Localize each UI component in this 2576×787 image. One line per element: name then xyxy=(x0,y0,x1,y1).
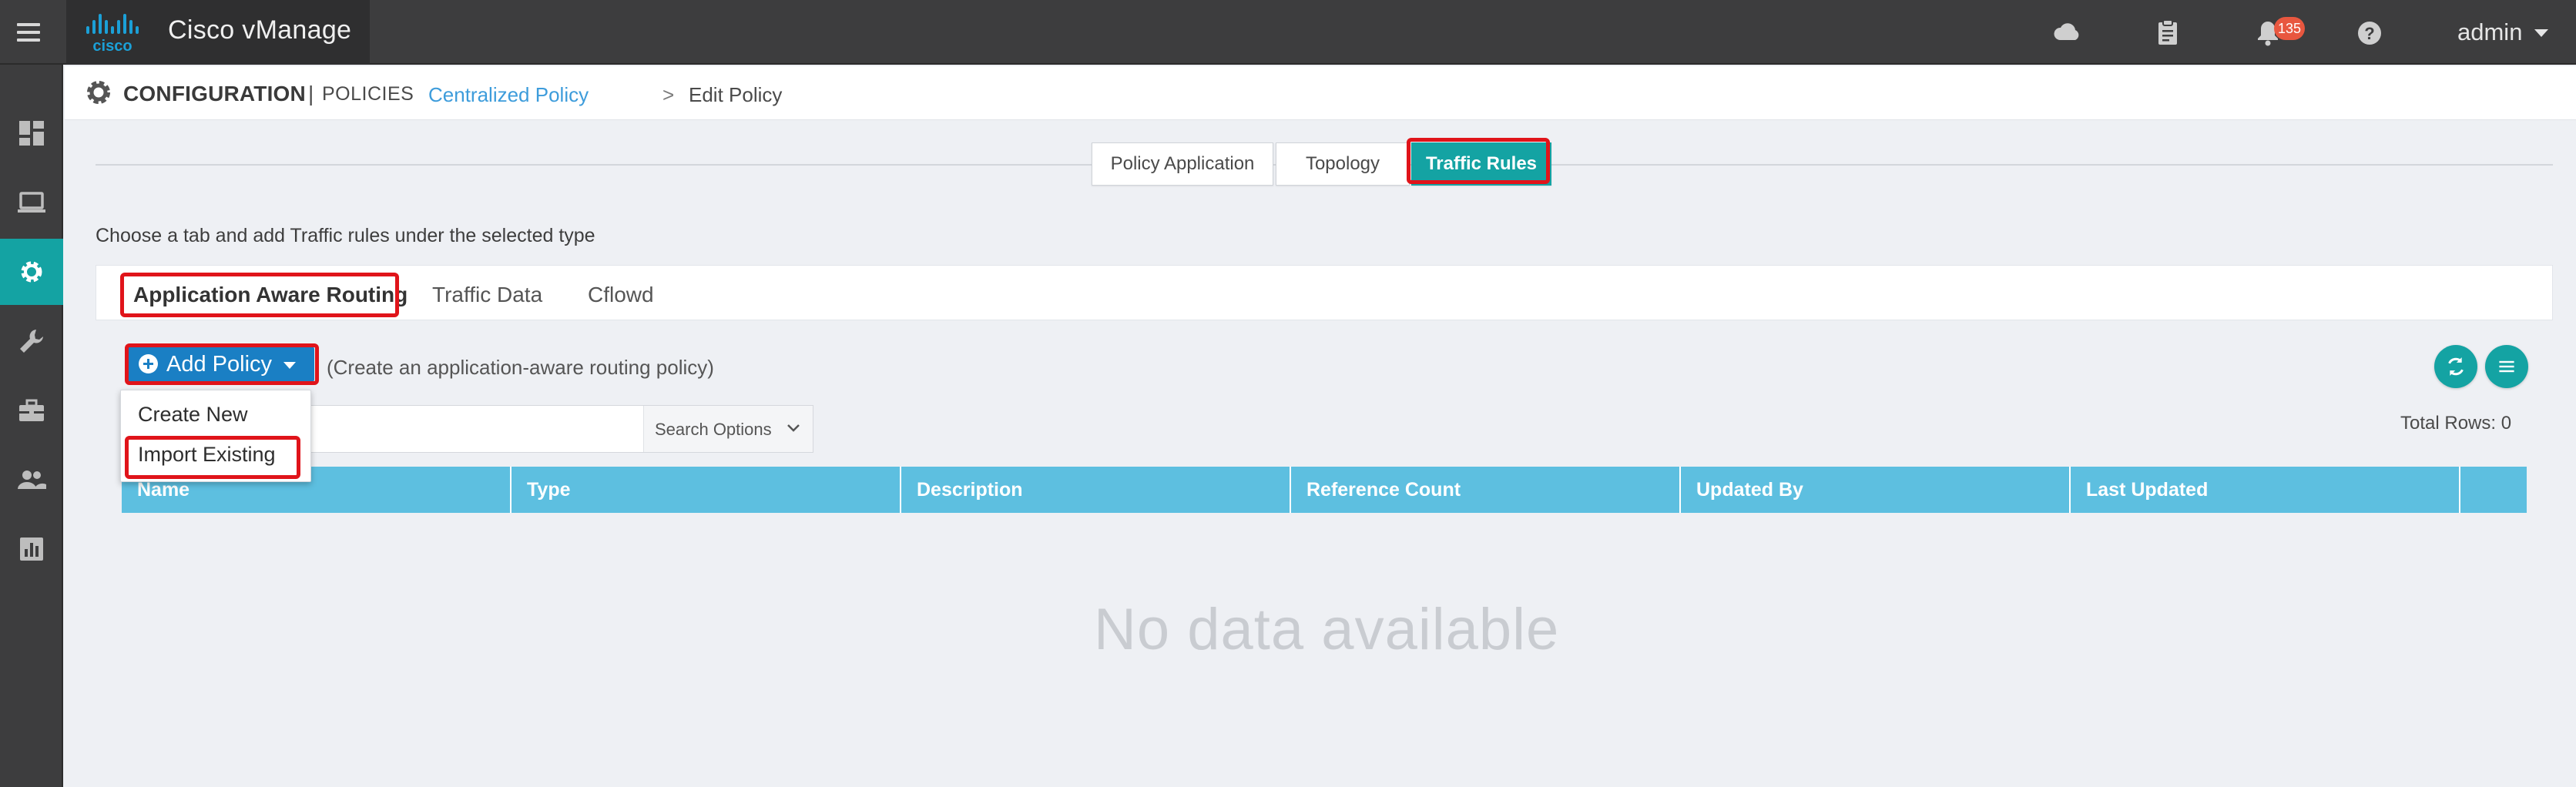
refresh-icon xyxy=(2448,357,2464,376)
breadcrumb-separator: > xyxy=(662,83,675,106)
help-icon[interactable]: ? xyxy=(2354,17,2385,48)
subtab-application-aware-routing[interactable]: Application Aware Routing xyxy=(133,283,408,307)
breadcrumb-centralized-policy[interactable]: Centralized Policy xyxy=(428,83,589,107)
tab-traffic-rules[interactable]: Traffic Rules xyxy=(1411,142,1551,186)
add-policy-button[interactable]: Add Policy xyxy=(128,347,314,382)
page-header: CONFIGURATION | POLICIES Centralized Pol… xyxy=(65,66,2576,120)
cisco-logo: cisco xyxy=(86,14,139,54)
menu-item-import-existing[interactable]: Import Existing xyxy=(138,443,276,467)
hamburger-menu-icon[interactable] xyxy=(14,17,45,48)
total-rows-count: Total Rows: 0 xyxy=(2400,413,2512,434)
svg-text:cisco: cisco xyxy=(92,38,132,54)
column-header-description[interactable]: Description xyxy=(901,467,1291,513)
monitor-icon[interactable] xyxy=(0,169,63,236)
maintenance-toolbox-icon[interactable] xyxy=(0,377,63,444)
add-policy-label: Add Policy xyxy=(166,352,273,377)
analytics-chart-icon[interactable] xyxy=(0,516,63,582)
column-header-last-updated[interactable]: Last Updated xyxy=(2071,467,2460,513)
column-header-reference-count[interactable]: Reference Count xyxy=(1291,467,1681,513)
sub-tabs-bar: Application Aware Routing Traffic Data C… xyxy=(96,265,2553,320)
subtab-cflowd[interactable]: Cflowd xyxy=(588,283,654,307)
configuration-gear-icon[interactable] xyxy=(0,239,63,305)
list-menu-icon xyxy=(2499,360,2514,373)
page-subtitle: POLICIES xyxy=(322,83,414,105)
cloud-icon[interactable] xyxy=(2052,17,2083,48)
column-header-type[interactable]: Type xyxy=(512,467,901,513)
plus-circle-icon xyxy=(139,354,158,373)
add-policy-menu: Create New Import Existing xyxy=(120,390,311,482)
add-policy-hint: (Create an application-aware routing pol… xyxy=(327,356,714,379)
instructions-text: Choose a tab and add Traffic rules under… xyxy=(96,225,595,246)
svg-text:?: ? xyxy=(2364,24,2374,43)
tab-topology[interactable]: Topology xyxy=(1276,142,1410,186)
column-header-updated-by[interactable]: Updated By xyxy=(1681,467,2071,513)
top-bar: cisco Cisco vManage 135 ? admin xyxy=(0,0,2576,65)
page-title: CONFIGURATION xyxy=(123,82,306,105)
clipboard-icon[interactable] xyxy=(2152,17,2183,48)
tools-wrench-icon[interactable] xyxy=(0,308,63,374)
column-header-actions xyxy=(2460,467,2527,513)
tab-policy-application[interactable]: Policy Application xyxy=(1092,142,1273,186)
breadcrumb-current: Edit Policy xyxy=(689,83,783,106)
dashboard-icon[interactable] xyxy=(0,100,63,166)
chevron-down-icon xyxy=(787,424,800,432)
brand-area[interactable]: cisco Cisco vManage xyxy=(66,0,370,65)
administration-users-icon[interactable] xyxy=(0,447,63,513)
table-header: Name Type Description Reference Count Up… xyxy=(122,467,2527,513)
empty-table-message: No data available xyxy=(1094,597,1560,662)
search-options-label: Search Options xyxy=(655,420,772,439)
user-menu[interactable]: admin xyxy=(2457,18,2522,46)
table-menu-button[interactable] xyxy=(2485,345,2528,388)
subtab-traffic-data[interactable]: Traffic Data xyxy=(432,283,542,307)
search-options-dropdown[interactable]: Search Options xyxy=(643,406,813,452)
gear-icon xyxy=(87,81,110,104)
chevron-down-icon[interactable] xyxy=(2534,29,2548,37)
menu-item-create-new[interactable]: Create New xyxy=(138,403,248,427)
app-title: Cisco vManage xyxy=(168,15,352,45)
refresh-button[interactable] xyxy=(2434,345,2477,388)
title-separator: | xyxy=(308,82,314,105)
chevron-down-icon xyxy=(283,362,296,369)
notification-badge: 135 xyxy=(2274,17,2306,40)
left-navigation-rail xyxy=(0,65,63,787)
